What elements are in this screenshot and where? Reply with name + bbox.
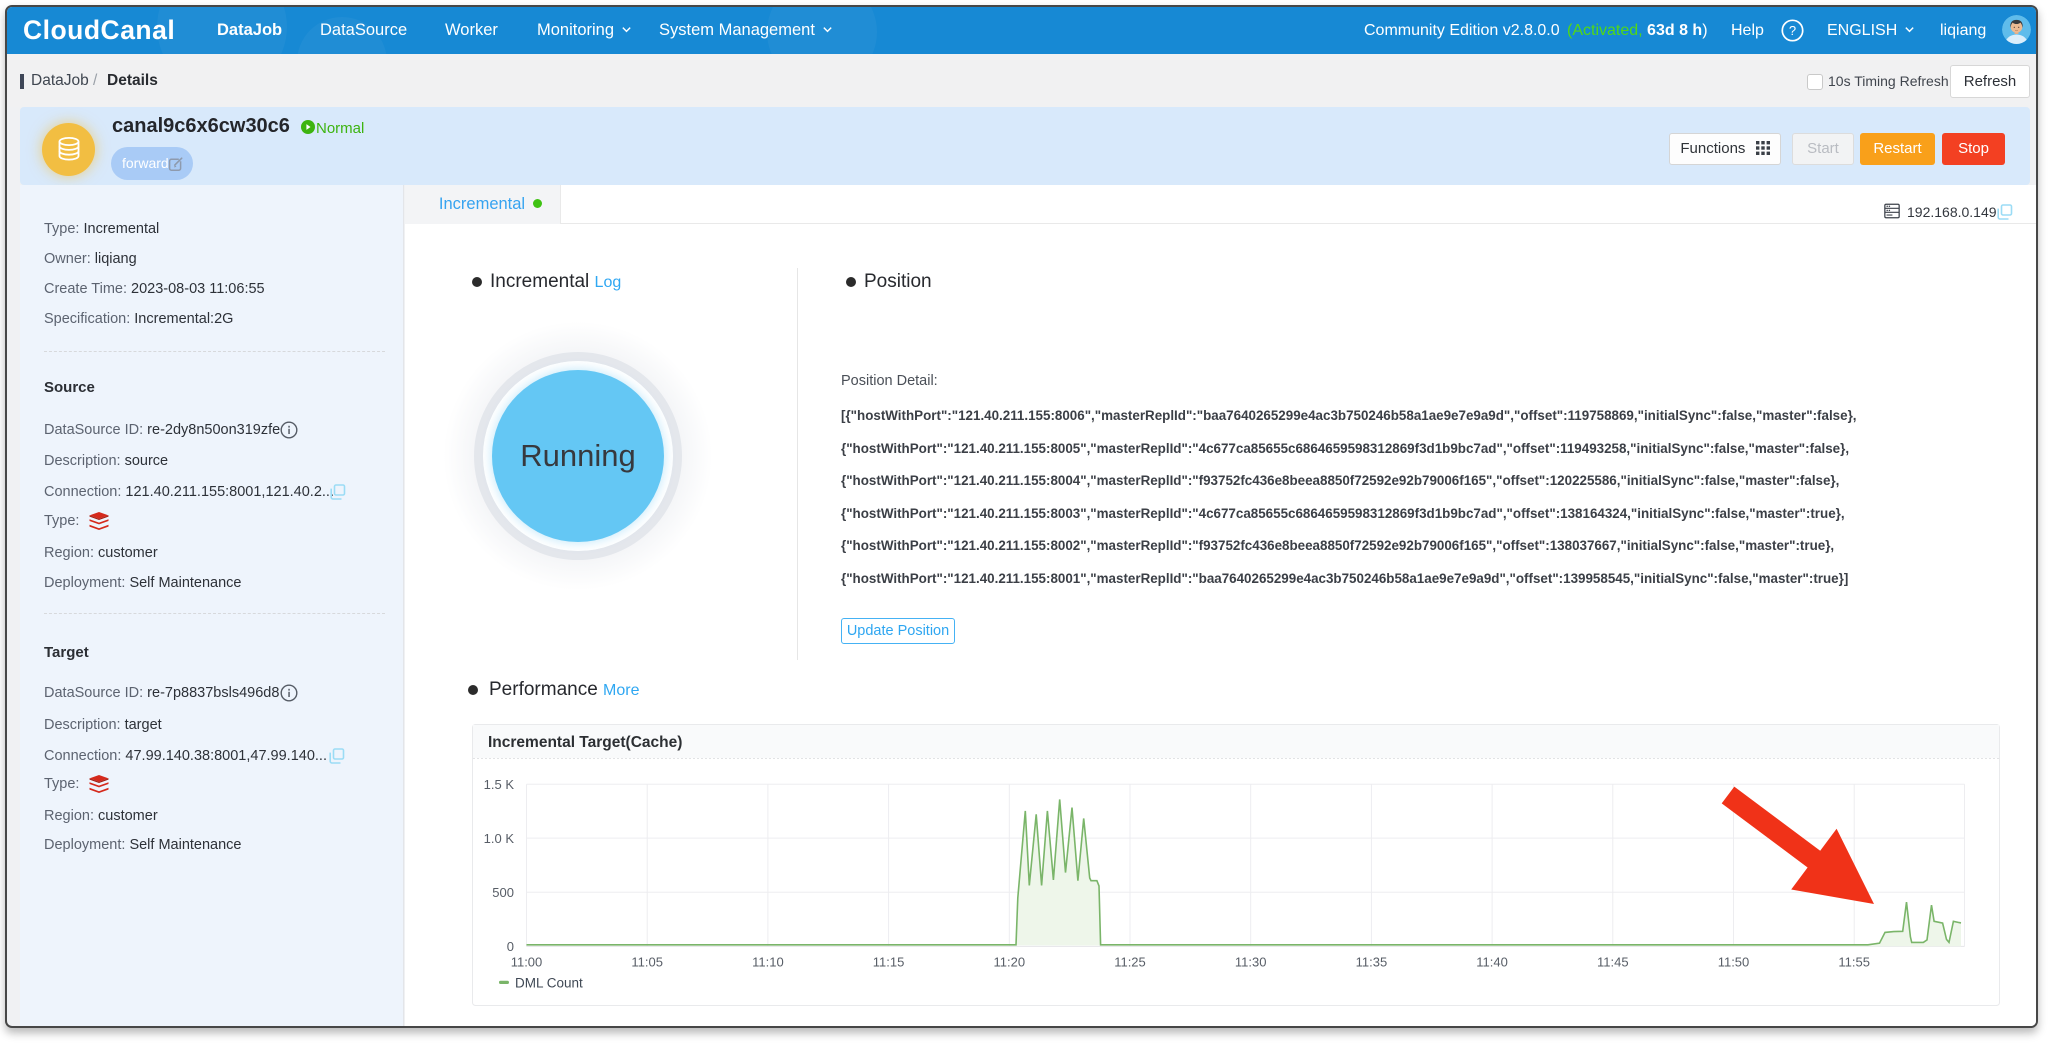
svg-text:11:20: 11:20 (994, 954, 1026, 969)
svg-text:11:25: 11:25 (1114, 954, 1146, 969)
svg-text:11:30: 11:30 (1235, 954, 1267, 969)
svg-text:Incremental Target(Cache): Incremental Target(Cache) (488, 734, 682, 751)
svg-text:11:40: 11:40 (1476, 954, 1508, 969)
svg-text:500: 500 (492, 885, 514, 900)
svg-text:DML Count: DML Count (515, 976, 583, 991)
svg-text:11:10: 11:10 (752, 954, 784, 969)
svg-text:?: ? (1789, 23, 1796, 38)
svg-text:1.5 K: 1.5 K (484, 777, 515, 792)
svg-text:1.0 K: 1.0 K (484, 831, 515, 846)
svg-text:11:00: 11:00 (511, 954, 543, 969)
svg-text:11:55: 11:55 (1838, 954, 1870, 969)
svg-text:11:05: 11:05 (631, 954, 663, 969)
svg-text:11:50: 11:50 (1718, 954, 1750, 969)
svg-text:11:35: 11:35 (1356, 954, 1388, 969)
svg-text:11:15: 11:15 (873, 954, 905, 969)
svg-text:0: 0 (507, 939, 514, 954)
svg-text:11:45: 11:45 (1597, 954, 1629, 969)
